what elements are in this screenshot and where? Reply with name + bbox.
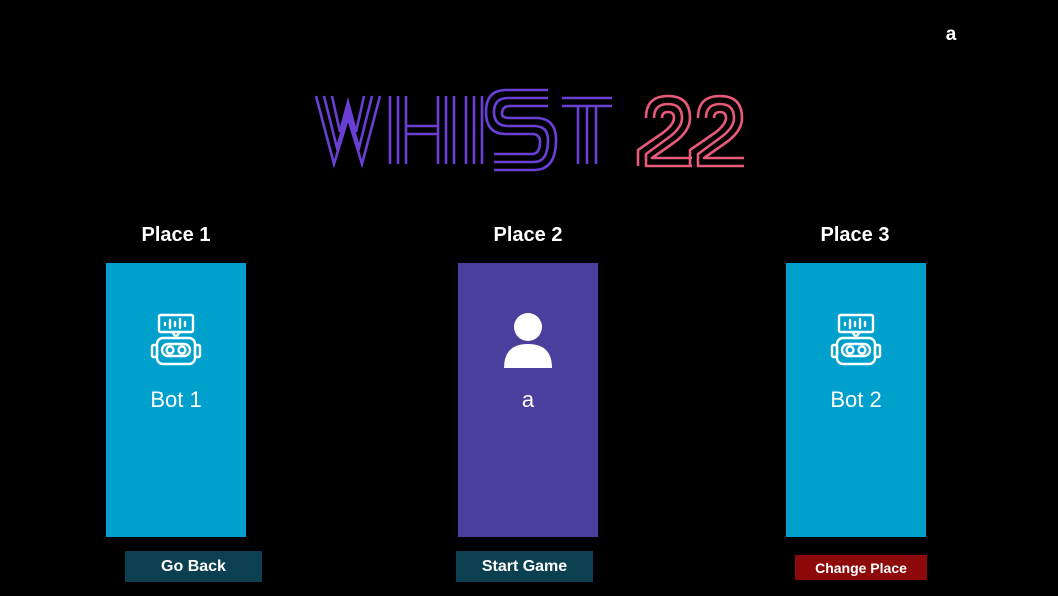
place-2-label: Place 2 [493, 224, 563, 246]
current-username: a [945, 24, 957, 45]
place-2-player-name: a [521, 387, 535, 412]
whist-22-logo [312, 88, 746, 172]
change-place-button[interactable]: Change Place [795, 555, 927, 580]
place-3-label: Place 3 [820, 224, 890, 246]
place-3-player-name: Bot 2 [830, 387, 882, 412]
place-1-player-name: Bot 1 [150, 387, 202, 412]
robot-icon [830, 311, 882, 371]
place-2-card[interactable]: a [458, 263, 598, 537]
place-3-card[interactable]: Bot 2 [786, 263, 926, 537]
logo-number-22 [636, 94, 744, 168]
place-1-label: Place 1 [141, 224, 211, 246]
robot-icon [150, 311, 202, 371]
place-1-card[interactable]: Bot 1 [106, 263, 246, 537]
start-game-button[interactable]: Start Game [456, 551, 593, 582]
go-back-button[interactable]: Go Back [125, 551, 262, 582]
user-icon [502, 311, 554, 371]
logo-word-whist [314, 88, 612, 172]
